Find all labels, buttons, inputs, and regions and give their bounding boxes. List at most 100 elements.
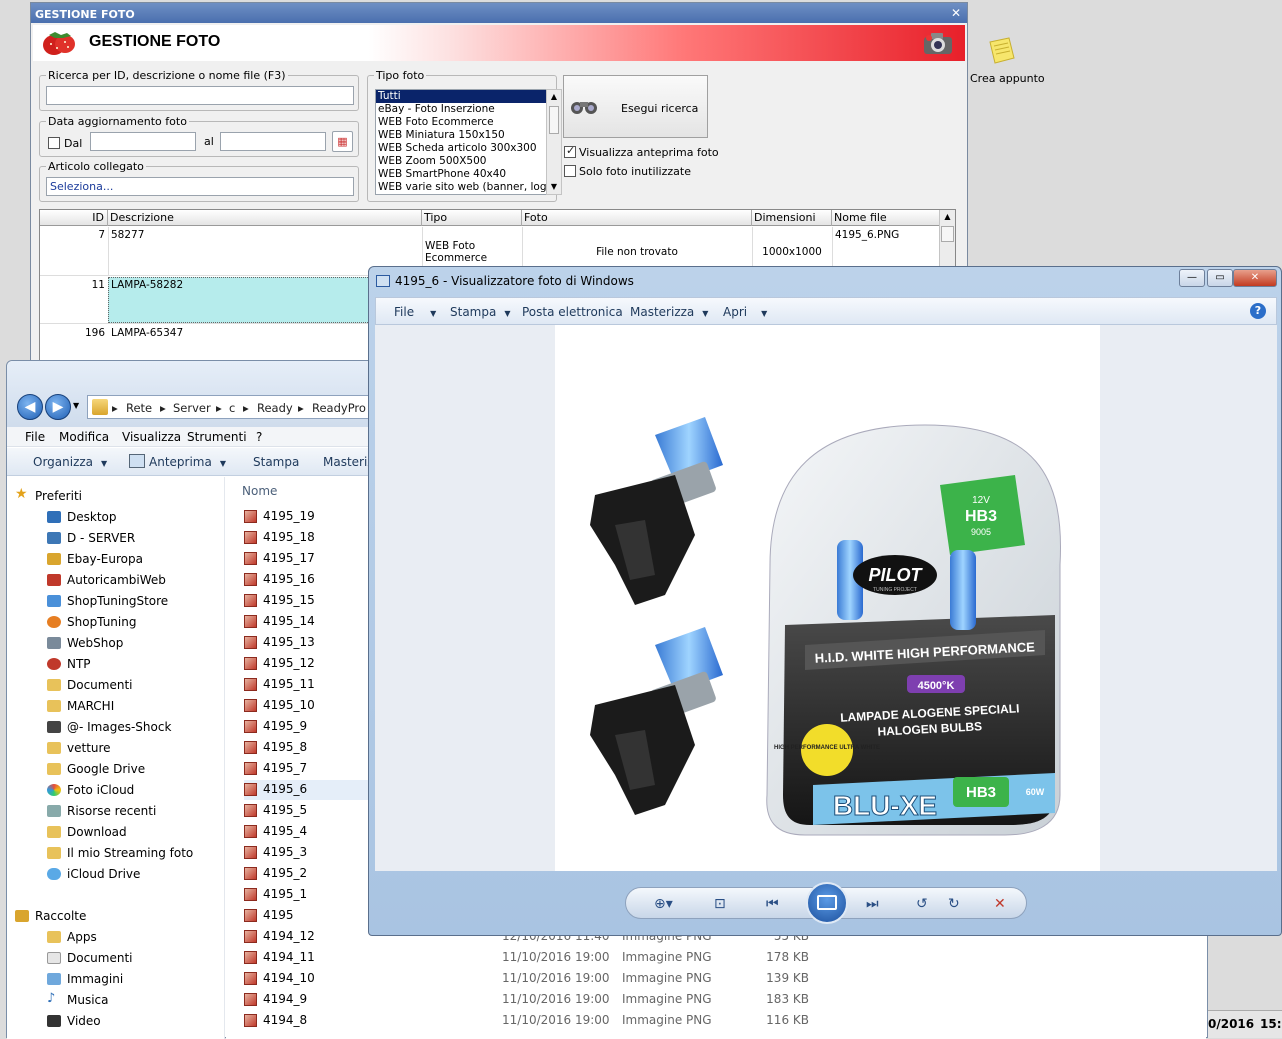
delete-icon[interactable]: ✕ <box>994 896 1006 912</box>
sidebar-item-d-server[interactable]: D - SERVER <box>47 531 135 545</box>
chevron-down-icon[interactable]: ▼ <box>547 180 561 194</box>
minimize-button[interactable]: — <box>1179 269 1205 287</box>
breadcrumb-item[interactable]: ReadyPro <box>312 401 366 415</box>
date-from-field[interactable] <box>90 132 196 151</box>
maximize-button[interactable]: ▭ <box>1207 269 1233 287</box>
list-item[interactable]: 4194_8 11/10/2016 19:00 Immagine PNG 116 KB <box>244 1011 1184 1031</box>
close-button[interactable]: ✕ <box>1233 269 1277 287</box>
sidebar-item-shoptuningstore[interactable]: ShopTuningStore <box>47 594 168 608</box>
menu-modifica[interactable]: Modifica <box>59 430 109 444</box>
sidebar-item-download[interactable]: Download <box>47 825 127 839</box>
chevron-down-icon[interactable]: ▼ <box>73 401 79 410</box>
menu-visualizza[interactable]: Visualizza <box>122 430 181 444</box>
sidebar-item-immagini[interactable]: Immagini <box>47 972 123 986</box>
nav-favorites[interactable]: ★ Preferiti <box>15 486 82 503</box>
taskbar-clock[interactable]: 0/2016 15:1 <box>1208 1010 1282 1038</box>
rotate-left-icon[interactable]: ↺ <box>916 896 928 912</box>
sidebar-item-marchi[interactable]: MARCHI <box>47 699 114 713</box>
zoom-icon[interactable]: ⊕▾ <box>654 896 673 912</box>
list-item[interactable]: Tutti <box>376 90 546 103</box>
menu-file[interactable]: File <box>25 430 45 444</box>
list-item[interactable]: 4194_10 11/10/2016 19:00 Immagine PNG 139 K… <box>244 969 1184 989</box>
list-item[interactable]: 4194_9 11/10/2016 19:00 Immagine PNG 183 KB <box>244 990 1184 1010</box>
column-header-nome[interactable]: Nome <box>242 484 277 498</box>
tipo-foto-list[interactable]: Tutti eBay - Foto Inserzione WEB Foto Ec… <box>375 89 547 195</box>
previous-icon[interactable]: ⏮ <box>766 896 779 912</box>
sidebar-item-video[interactable]: Video <box>47 1014 101 1028</box>
sidebar-item-streaming-foto[interactable]: Il mio Streaming foto <box>47 846 193 860</box>
col-header-descrizione[interactable]: Descrizione <box>108 210 422 226</box>
date-to-field[interactable] <box>220 132 326 151</box>
stampa-button[interactable]: Stampa <box>253 455 299 469</box>
sidebar-item-documenti[interactable]: Documenti <box>47 678 133 692</box>
tipo-list-scrollbar[interactable]: ▲ ▼ <box>546 89 562 195</box>
anteprima-button[interactable]: Anteprima ▼ <box>149 455 226 469</box>
sidebar-item-documenti-lib[interactable]: Documenti <box>47 951 133 965</box>
list-item[interactable]: WEB SmartPhone 40x40 <box>376 168 546 181</box>
menu-masterizza[interactable]: Masterizza ▼ <box>630 305 708 319</box>
forward-arrow-icon[interactable]: ▶ <box>45 394 71 420</box>
sidebar-item-images-shock[interactable]: @- Images-Shock <box>47 720 171 734</box>
slideshow-button[interactable] <box>806 882 848 924</box>
col-header-dimensioni[interactable]: Dimensioni <box>752 210 832 226</box>
breadcrumb-item[interactable]: c <box>229 401 235 415</box>
back-arrow-icon[interactable]: ◀ <box>17 394 43 420</box>
sidebar-item-google-drive[interactable]: Google Drive <box>47 762 145 776</box>
chevron-up-icon[interactable]: ▲ <box>940 210 955 224</box>
breadcrumb-item[interactable]: Rete <box>126 401 152 415</box>
next-icon[interactable]: ⏭ <box>866 896 879 912</box>
list-item[interactable]: WEB Scheda articolo 300x300 <box>376 142 546 155</box>
sidebar-item-risorse-recenti[interactable]: Risorse recenti <box>47 804 156 818</box>
sidebar-item-musica[interactable]: ♪ Musica <box>47 991 109 1007</box>
chevron-up-icon[interactable]: ▲ <box>547 90 561 104</box>
menu-help[interactable]: ? <box>256 430 262 444</box>
col-header-tipo[interactable]: Tipo <box>422 210 522 226</box>
nav-libraries[interactable]: Raccolte <box>15 909 86 923</box>
search-input[interactable] <box>46 86 354 105</box>
masterizza-button[interactable]: Masteriz <box>323 455 374 469</box>
sidebar-item-shoptuning[interactable]: ShopTuning <box>47 615 136 629</box>
sidebar-item-webshop[interactable]: WebShop <box>47 636 123 650</box>
actual-size-icon[interactable]: ⊡ <box>714 896 726 912</box>
sidebar-item-autoricambiweb[interactable]: AutoricambiWeb <box>47 573 166 587</box>
search-button[interactable]: Esegui ricerca <box>563 75 708 138</box>
calendar-icon[interactable]: ▦ <box>332 131 353 152</box>
scroll-thumb[interactable] <box>549 106 559 134</box>
list-item[interactable]: eBay - Foto Inserzione <box>376 103 546 116</box>
preview-checkbox[interactable]: ✓ <box>564 144 576 158</box>
col-header-id[interactable]: ID <box>40 210 108 226</box>
organizza-button[interactable]: Organizza ▼ <box>33 455 107 469</box>
sidebar-item-foto-icloud[interactable]: Foto iCloud <box>47 783 134 797</box>
unused-checkbox[interactable] <box>564 165 576 177</box>
help-icon[interactable]: ? <box>1250 303 1266 319</box>
desktop-icon-label[interactable]: Crea appunto <box>970 72 1045 85</box>
menu-stampa[interactable]: Stampa ▼ <box>450 305 511 319</box>
list-item[interactable]: WEB varie sito web (banner, log <box>376 181 546 194</box>
address-bar[interactable]: ▸ Rete ▸ Server ▸ c ▸ Ready ▸ ReadyPro <box>87 395 377 419</box>
list-item[interactable]: 4194_11 11/10/2016 19:00 Immagine PNG 178 K… <box>244 948 1184 968</box>
product-illustration: 12V HB3 9005 PILOT TUNING PROJECT H.I.D.… <box>590 417 1062 836</box>
breadcrumb-item[interactable]: Server <box>173 401 211 415</box>
sidebar-item-vetture[interactable]: vetture <box>47 741 111 755</box>
close-icon[interactable]: ✕ <box>951 6 961 20</box>
sidebar-item-ebay-europa[interactable]: Ebay-Europa <box>47 552 143 566</box>
sidebar-item-icloud-drive[interactable]: iCloud Drive <box>47 867 140 881</box>
scroll-thumb[interactable] <box>941 226 954 242</box>
menu-posta[interactable]: Posta elettronica <box>522 305 623 319</box>
rotate-right-icon[interactable]: ↻ <box>948 896 960 912</box>
list-item[interactable]: WEB Foto Ecommerce <box>376 116 546 129</box>
sidebar-item-ntp[interactable]: NTP <box>47 657 91 671</box>
date-from-checkbox[interactable] <box>48 137 60 149</box>
sidebar-item-apps[interactable]: Apps <box>47 930 97 944</box>
list-item[interactable]: WEB Zoom 500X500 <box>376 155 546 168</box>
col-header-foto[interactable]: Foto <box>522 210 752 226</box>
sidebar-item-desktop[interactable]: Desktop <box>47 510 117 524</box>
col-header-nome-file[interactable]: Nome file <box>832 210 940 226</box>
breadcrumb-item[interactable]: Ready <box>257 401 293 415</box>
menu-apri[interactable]: Apri ▼ <box>723 305 767 319</box>
sticky-note-icon[interactable] <box>987 36 1017 66</box>
menu-file[interactable]: File ▼ <box>394 305 436 319</box>
articolo-select[interactable]: Seleziona... <box>46 177 354 196</box>
menu-strumenti[interactable]: Strumenti <box>187 430 247 444</box>
list-item[interactable]: WEB Miniatura 150x150 <box>376 129 546 142</box>
